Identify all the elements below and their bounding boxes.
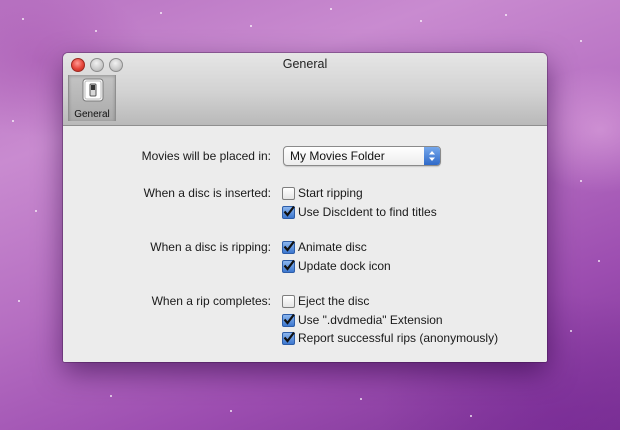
animate-disc-checkbox[interactable]	[282, 240, 295, 254]
preferences-window: General General Movies will be placed in…	[63, 53, 547, 362]
movies-location-value: My Movies Folder	[290, 149, 385, 163]
update-dock-icon-label: Update dock icon	[298, 259, 391, 273]
use-discident-label: Use DiscIdent to find titles	[298, 205, 437, 219]
report-rips-checkbox[interactable]	[282, 331, 295, 345]
checkmark-icon	[283, 240, 295, 252]
movies-location-popup[interactable]: My Movies Folder	[283, 146, 441, 166]
window-title: General	[282, 57, 328, 71]
eject-disc-checkbox[interactable]	[282, 295, 295, 308]
checkmark-icon	[283, 259, 295, 271]
eject-disc-label: Eject the disc	[298, 294, 370, 308]
dvdmedia-extension-label: Use ".dvdmedia" Extension	[298, 313, 443, 327]
start-ripping-checkbox[interactable]	[282, 187, 295, 200]
start-ripping-label: Start ripping	[298, 186, 363, 200]
update-dock-icon-checkbox[interactable]	[282, 259, 295, 273]
rip-completes-label: When a rip completes:	[151, 294, 271, 308]
general-prefs-switch-icon	[82, 78, 104, 102]
checkmark-icon	[283, 205, 295, 217]
toolbar-general-label: General	[74, 109, 110, 120]
dvdmedia-extension-checkbox[interactable]	[282, 313, 295, 327]
checkmark-icon	[283, 313, 295, 325]
popup-arrows-icon	[424, 147, 440, 165]
preferences-pane: Movies will be placed in: My Movies Fold…	[63, 126, 547, 362]
disc-ripping-label: When a disc is ripping:	[150, 240, 271, 254]
movies-location-label: Movies will be placed in:	[141, 149, 271, 163]
report-rips-label: Report successful rips (anonymously)	[298, 331, 499, 345]
toolbar-general-button[interactable]: General	[68, 75, 116, 121]
animate-disc-label: Animate disc	[298, 240, 367, 254]
disc-inserted-label: When a disc is inserted:	[143, 186, 271, 200]
checkmark-icon	[283, 331, 295, 343]
use-discident-checkbox[interactable]	[282, 205, 295, 219]
window-titlebar[interactable]: General General	[63, 53, 547, 126]
